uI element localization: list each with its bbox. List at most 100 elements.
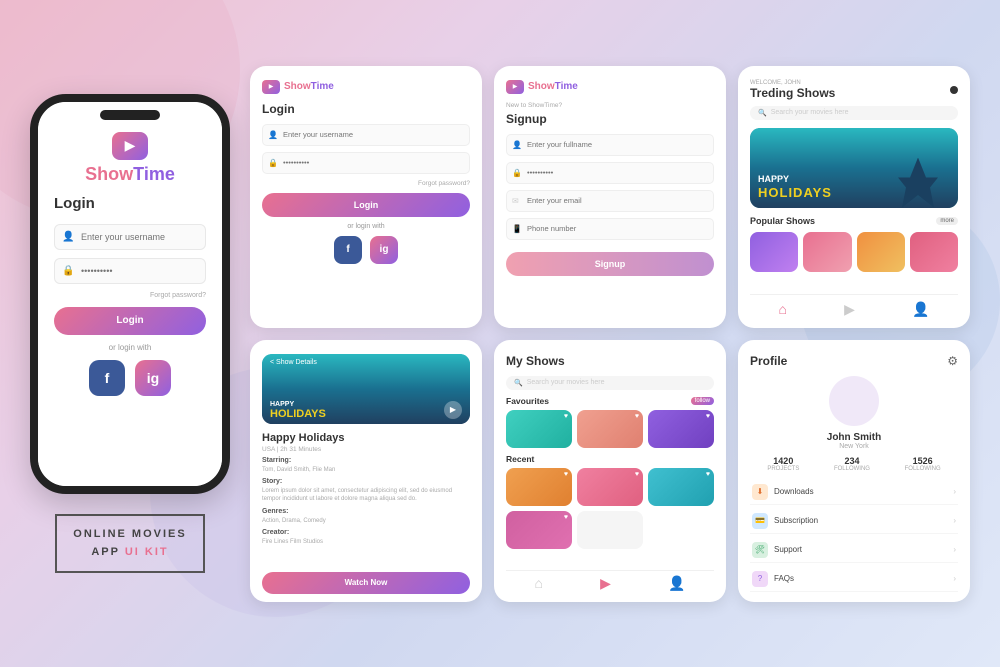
detail-genres-label: Genres: [262, 508, 470, 515]
signup-logo-text: ShowTime [528, 81, 578, 92]
menu-downloads[interactable]: ⬇ Downloads › [750, 480, 958, 505]
heart-7: ♥ [564, 514, 568, 521]
profile-name: John Smith [827, 432, 881, 443]
popular-thumb-3[interactable] [857, 232, 905, 272]
login-card-btn[interactable]: Login [262, 193, 470, 217]
lock-icon: 🔒 [62, 265, 74, 276]
signup-email-wrapper: ✉ [506, 190, 714, 212]
detail-title: Happy Holidays [262, 432, 470, 444]
heart-6: ♥ [706, 471, 710, 478]
popular-thumb-1[interactable] [750, 232, 798, 272]
myshows-search[interactable]: 🔍 Search your movies here [506, 376, 714, 390]
trending-card: WELCOME, JOHN Treding Shows 🔍 Search you… [738, 66, 970, 328]
heart-2: ♥ [635, 413, 639, 420]
phone-instagram-button[interactable]: ig [135, 360, 171, 396]
phone-social-buttons: f ig [89, 360, 171, 396]
phone-password-input[interactable] [54, 258, 206, 284]
myshows-nav-play[interactable]: ▶ [600, 575, 611, 592]
phone-login-button[interactable]: Login [54, 307, 206, 335]
support-label: Support [774, 545, 802, 554]
gear-icon[interactable]: ⚙ [947, 354, 958, 368]
nav-play-icon[interactable]: ▶ [844, 301, 855, 318]
profile-card: Profile ⚙ John Smith New York 1420 PROJE… [738, 340, 970, 602]
menu-subscription[interactable]: 💳 Subscription › [750, 509, 958, 534]
trending-search[interactable]: 🔍 Search your movies here [750, 106, 958, 120]
myshows-search-icon: 🔍 [514, 379, 523, 387]
phone-username-input[interactable] [54, 224, 206, 250]
login-card-logo-text: ShowTime [284, 81, 334, 92]
phone-facebook-button[interactable]: f [89, 360, 125, 396]
menu-subscription-left: 💳 Subscription [752, 513, 818, 529]
banner-happy: HAPPY [758, 174, 789, 184]
phone-username-wrapper: 👤 [54, 224, 206, 250]
myshows-nav-user[interactable]: 👤 [668, 575, 685, 592]
signup-subtitle: New to ShowTime? [506, 102, 714, 109]
login-username-input[interactable] [262, 124, 470, 146]
detail-creator: Fire Lines Film Studios [262, 538, 470, 546]
search-icon: 🔍 [758, 109, 767, 117]
signup-fullname-input[interactable] [506, 134, 714, 156]
phone-or-login: or login with [109, 343, 152, 352]
recent-thumb-5[interactable] [577, 511, 643, 549]
signup-email-input[interactable] [506, 190, 714, 212]
phone-forgot-password[interactable]: Forgot password? [150, 292, 206, 299]
detail-starring-label: Starring: [262, 457, 470, 464]
watch-button[interactable]: Watch Now [262, 572, 470, 594]
detail-card: < Show Details HAPPY HOLIDAYS ▶ Happy Ho… [250, 340, 482, 602]
signup-password-input[interactable] [506, 162, 714, 184]
login-forgot[interactable]: Forgot password? [418, 180, 470, 187]
recent-thumb-1[interactable]: ♥ [506, 468, 572, 506]
login-password-input[interactable] [262, 152, 470, 174]
fav-thumb-1[interactable]: ♥ [506, 410, 572, 448]
trending-banner: HAPPY HOLIDAYS [750, 128, 958, 208]
banner-holidays: HOLIDAYS [758, 185, 832, 200]
detail-genres: Action, Drama, Comedy [262, 517, 470, 525]
popular-thumb-4[interactable] [910, 232, 958, 272]
more-badge[interactable]: more [936, 217, 958, 225]
fav-thumb-2[interactable]: ♥ [577, 410, 643, 448]
recent-thumb-2[interactable]: ♥ [577, 468, 643, 506]
login-facebook-btn[interactable]: f [334, 236, 362, 264]
downloads-icon: ⬇ [752, 484, 768, 500]
login-card-social: f ig [262, 236, 470, 264]
downloads-label: Downloads [774, 487, 814, 496]
profile-avatar [829, 376, 879, 426]
menu-faqs[interactable]: ? FAQs › [750, 567, 958, 592]
detail-play-button[interactable]: ▶ [444, 401, 462, 419]
myshows-title: My Shows [506, 354, 714, 368]
trending-header-left: WELCOME, JOHN Treding Shows [750, 80, 835, 100]
user-icon: 👤 [62, 231, 74, 242]
profile-header: Profile ⚙ [750, 354, 958, 368]
nav-user-icon[interactable]: 👤 [912, 301, 929, 318]
fav-thumb-3[interactable]: ♥ [648, 410, 714, 448]
signup-fullname-wrapper: 👤 [506, 134, 714, 156]
signup-button[interactable]: Signup [506, 252, 714, 276]
recent-thumb-4[interactable]: ♥ [506, 511, 572, 549]
login-instagram-btn[interactable]: ig [370, 236, 398, 264]
popular-thumb-2[interactable] [803, 232, 851, 272]
faqs-icon: ? [752, 571, 768, 587]
recent-thumb-3[interactable]: ♥ [648, 468, 714, 506]
logo-text: ShowTime [85, 164, 175, 185]
signup-logo-icon [506, 80, 524, 94]
profile-info: John Smith New York [750, 376, 958, 456]
stat-followers-num: 1526 [905, 456, 941, 466]
stat-followers-label: FOLLOWING [905, 466, 941, 472]
detail-happy: HAPPY [270, 401, 294, 408]
stat-projects: 1420 PROJECTS [767, 456, 799, 472]
heart-1: ♥ [564, 413, 568, 420]
trending-bottom-nav: ⌂ ▶ 👤 [750, 294, 958, 318]
detail-back-button[interactable]: < Show Details [270, 359, 317, 366]
phone-section: ShowTime Login 👤 🔒 Forgot password? Logi… [30, 94, 230, 573]
menu-support[interactable]: 🛠 Support › [750, 538, 958, 563]
myshows-nav-home[interactable]: ⌂ [535, 575, 543, 592]
signup-phone-input[interactable] [506, 218, 714, 240]
menu-faqs-left: ? FAQs [752, 571, 794, 587]
phone-logo: ShowTime [85, 132, 175, 185]
follow-badge[interactable]: follow [691, 397, 714, 405]
faqs-label: FAQs [774, 574, 794, 583]
menu-support-left: 🛠 Support [752, 542, 802, 558]
nav-home-icon[interactable]: ⌂ [779, 301, 787, 318]
bottom-label: ONLINE MOVIES APP UI KIT [55, 514, 204, 573]
downloads-chevron: › [953, 487, 956, 496]
